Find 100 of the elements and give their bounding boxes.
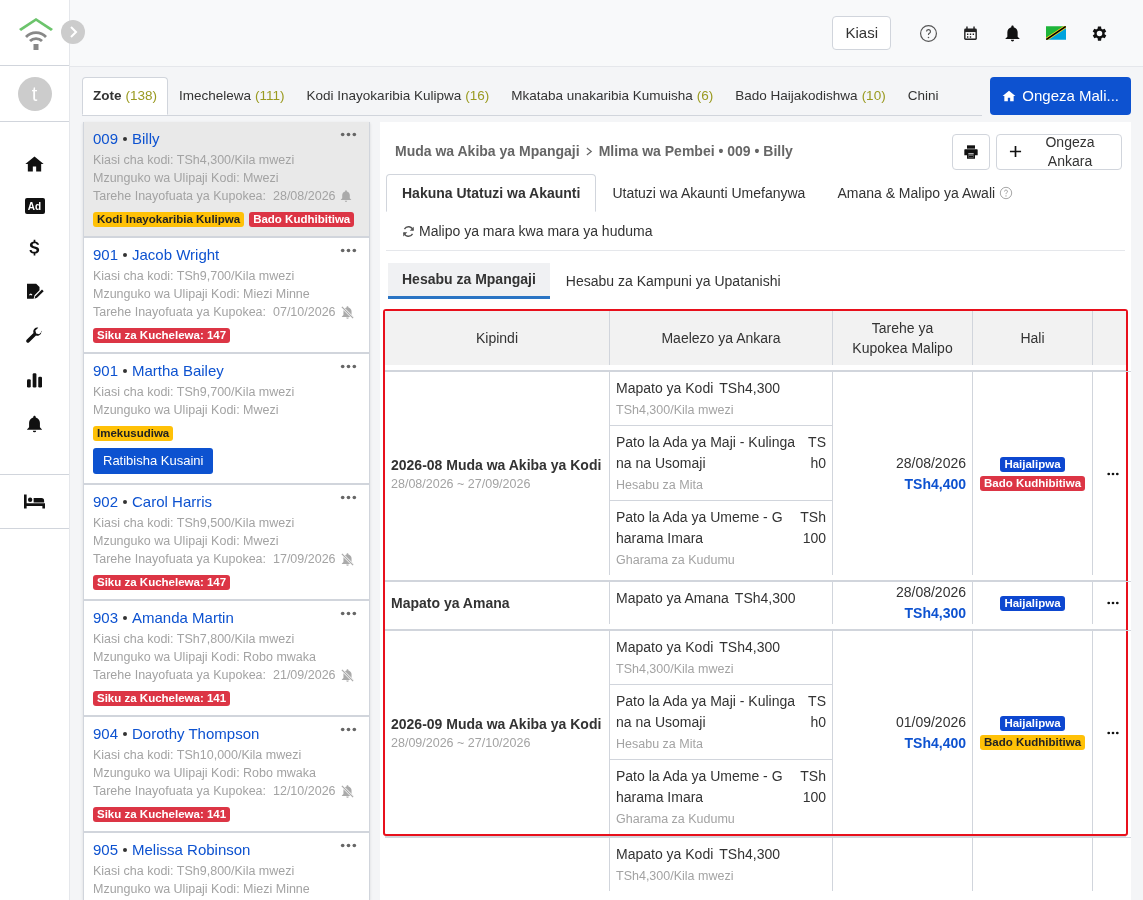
- help-icon[interactable]: [919, 23, 938, 43]
- calendar-icon[interactable]: [962, 24, 979, 42]
- tenant-card[interactable]: 902 Carol Harris Kiasi cha kodi: TSh9,500/Kila mwezi Mzunguko wa Ulipaji Kodi: Mwezi Tarehe Inayofuata ya Kupokea: 17/09/2026 Siku za Kuchelewa: 147: [84, 485, 369, 601]
- filter-tab[interactable]: Chini: [896, 77, 950, 115]
- more-options-icon[interactable]: [1107, 730, 1119, 735]
- status-tag: Haijalipwa: [1000, 715, 1065, 731]
- period-title: 2026-09 Muda wa Akiba ya Kodi: [391, 714, 603, 734]
- info-text: Kiasi cha kodi: TSh9,500/Kila mwezi: [93, 515, 296, 532]
- column-header: Maelezo ya Ankara: [610, 311, 833, 365]
- unit-number[interactable]: 901: [93, 243, 119, 267]
- info-text: Kiasi cha kodi: TSh10,000/Kila mwezi: [93, 747, 303, 764]
- invoice-item-amount: TSh4,300: [719, 638, 780, 657]
- add-invoice-button[interactable]: Ongeza Ankara: [996, 133, 1122, 170]
- invoice-item-note: TSh4,300/Kila mwezi: [616, 661, 735, 678]
- more-options-icon[interactable]: [1107, 471, 1119, 476]
- invoice-item-note: TSh4,300/Kila mwezi: [616, 868, 735, 885]
- tenant-name[interactable]: Amanda Martin: [132, 606, 234, 630]
- invoice-item-note: TSh4,300/Kila mwezi: [616, 402, 735, 419]
- status-tag: Haijalipwa: [1000, 595, 1065, 611]
- tenant-name[interactable]: Dorothy Thompson: [132, 722, 260, 746]
- column-header: Hali: [973, 311, 1093, 365]
- info-text: Kiasi cha kodi: TSh9,800/Kila mwezi: [93, 863, 296, 880]
- filter-tab[interactable]: Bado Haijakodishwa (10): [724, 77, 897, 115]
- info-text: Mzunguko wa Ulipaji Kodi: Robo mwaka: [93, 649, 318, 666]
- info-text: Mzunguko wa Ulipaji Kodi: Mwezi: [93, 533, 280, 550]
- unit-number[interactable]: 901: [93, 359, 119, 383]
- ledger-tab[interactable]: Hesabu za Mpangaji: [388, 263, 550, 299]
- status-tag: Bado Kudhibitiwa: [249, 212, 355, 227]
- plus-icon: [1009, 145, 1022, 158]
- invoice-item-label: Mapato ya Kodi: [616, 845, 714, 864]
- info-text: Tarehe Inayofuata ya Kupokea: 07/10/2026: [93, 304, 336, 321]
- unit-number[interactable]: 905: [93, 838, 119, 862]
- status-tag: Siku za Kuchelewa: 147: [93, 328, 231, 343]
- invoice-total: TSh4,400: [904, 474, 966, 494]
- invoice-item-amount: TSh100: [799, 508, 826, 548]
- breadcrumb-item[interactable]: Muda wa Akiba ya Mpangaji: [395, 141, 580, 162]
- info-text: Mzunguko wa Ulipaji Kodi: Miezi Minne: [93, 286, 311, 303]
- date-range: 28/08/2026 ~ 27/09/2026: [391, 475, 532, 493]
- tenant-name[interactable]: Billy: [132, 127, 160, 151]
- currency-button[interactable]: Kiasi: [832, 16, 891, 50]
- account-tab[interactable]: Hakuna Utatuzi wa Akaunti: [386, 174, 597, 212]
- unit-number[interactable]: 902: [93, 490, 119, 514]
- status-tag: Kodi Inayokaribia Kulipwa: [93, 212, 245, 227]
- ad-icon[interactable]: Ad: [24, 198, 45, 214]
- tenant-card[interactable]: 901 Jacob Wright Kiasi cha kodi: TSh9,700/Kila mwezi Mzunguko wa Ulipaji Kodi: Miezi Minne Tarehe Inayofuata ya Kupokea: 07/10/2026 Siku za Kuchelewa: 147: [84, 238, 369, 354]
- tenant-card[interactable]: 903 Amanda Martin Kiasi cha kodi: TSh7,800/Kila mwezi Mzunguko wa Ulipaji Kodi: Robo mwaka Tarehe Inayofuata ya Kupokea: 21/09/2026 Siku za Kuchelewa: 141: [84, 601, 369, 717]
- filter-tab[interactable]: Zote (138): [82, 77, 168, 115]
- print-button[interactable]: [952, 133, 990, 170]
- bar-chart-icon[interactable]: [24, 370, 45, 390]
- invoice-item-amount: TSh0: [807, 692, 826, 732]
- unit-number[interactable]: 903: [93, 606, 119, 630]
- breadcrumb-chevron-icon: [585, 147, 593, 156]
- account-tab[interactable]: Malipo ya mara kwa mara ya huduma: [386, 212, 669, 250]
- account-tab[interactable]: Utatuzi wa Akaunti Umefanywa: [596, 174, 822, 212]
- unit-number[interactable]: 009: [93, 127, 119, 151]
- info-text: Mzunguko wa Ulipaji Kodi: Miezi Minne: [93, 881, 311, 898]
- tenant-card[interactable]: 905 Melissa Robinson Kiasi cha kodi: TSh9,800/Kila mwezi Mzunguko wa Ulipaji Kodi: Miezi Minne: [84, 833, 369, 900]
- bell-icon[interactable]: [24, 414, 45, 434]
- flag-icon[interactable]: [1046, 26, 1066, 40]
- info-text: Kiasi cha kodi: TSh7,800/Kila mwezi: [93, 631, 296, 648]
- tenant-name[interactable]: Jacob Wright: [132, 243, 220, 267]
- status-tag: Bado Kudhibitiwa: [979, 475, 1086, 491]
- breadcrumb-item: Mlima wa Pembei • 009 • Billy: [598, 142, 793, 161]
- invoice-item-label: Pato la Ada ya Umeme - Gharama Imara: [616, 767, 784, 807]
- status-tag: Siku za Kuchelewa: 147: [93, 575, 231, 590]
- add-property-button[interactable]: Ongeza Mali...: [990, 77, 1131, 115]
- filter-tab[interactable]: Kodi Inayokaribia Kulipwa (16): [295, 77, 501, 115]
- tenant-name[interactable]: Melissa Robinson: [132, 838, 251, 862]
- invoice-item-label: Mapato ya Kodi: [616, 379, 714, 398]
- unit-number[interactable]: 904: [93, 722, 119, 746]
- info-text: Mzunguko wa Ulipaji Kodi: Robo mwaka: [93, 765, 318, 782]
- filter-tab[interactable]: Imechelewa (111): [168, 77, 296, 115]
- more-options-icon[interactable]: [1107, 601, 1119, 605]
- account-tab[interactable]: Amana & Malipo ya Awali: [821, 174, 1030, 212]
- settings-icon[interactable]: [1090, 23, 1109, 43]
- period-title: Mapato ya Amana: [391, 594, 511, 613]
- invoice-item-amount: TSh4,300: [719, 845, 780, 864]
- due-date: 28/08/2026: [895, 583, 966, 602]
- schedule-signing-button[interactable]: Ratibisha Kusaini: [93, 448, 214, 474]
- invoice-item-note: Gharama za Kudumu: [616, 811, 736, 828]
- info-text: Kiasi cha kodi: TSh9,700/Kila mwezi: [93, 384, 296, 401]
- document-pen-icon[interactable]: [24, 282, 45, 302]
- column-header: Kipindi: [385, 311, 610, 365]
- info-text: Mzunguko wa Ulipaji Kodi: Mwezi: [93, 402, 280, 419]
- wrench-icon[interactable]: [24, 326, 45, 346]
- tenant-name[interactable]: Martha Bailey: [132, 359, 224, 383]
- tenant-name[interactable]: Carol Harris: [132, 490, 213, 514]
- due-date: 28/08/2026: [895, 453, 966, 473]
- tenant-card[interactable]: 904 Dorothy Thompson Kiasi cha kodi: TSh10,000/Kila mwezi Mzunguko wa Ulipaji Kodi: Robo mwaka Tarehe Inayofuata ya Kupokea: 12/10/2026 Siku za Kuchelewa: 141: [84, 717, 369, 833]
- invoice-item-amount: TSh4,300: [734, 589, 796, 608]
- invoice-item-note: Hesabu za Mita: [616, 736, 704, 753]
- home-icon[interactable]: [24, 154, 45, 174]
- invoice-item-label: Pato la Ada ya Maji - Kulingana na Usomaji: [616, 433, 796, 473]
- info-text: Tarehe Inayofuata ya Kupokea: 17/09/2026: [93, 551, 336, 568]
- filter-tab[interactable]: Mkataba unakaribia Kumuisha (6): [500, 77, 725, 115]
- tenant-card[interactable]: 901 Martha Bailey Kiasi cha kodi: TSh9,700/Kila mwezi Mzunguko wa Ulipaji Kodi: Mwezi Imekusudiwa Ratibisha Kusaini: [84, 354, 369, 485]
- bell-icon[interactable]: [1003, 23, 1022, 43]
- invoice-item-label: Pato la Ada ya Maji - Kulingana na Usomaji: [616, 692, 796, 732]
- due-date: 01/09/2026: [895, 712, 966, 732]
- tenant-card[interactable]: 009 Billy Kiasi cha kodi: TSh4,300/Kila mwezi Mzunguko wa Ulipaji Kodi: Mwezi Tarehe Inayofuata ya Kupokea: 28/08/2026 Kodi Inayokaribia Kulipwa Bado Kudhibitiwa: [84, 122, 369, 238]
